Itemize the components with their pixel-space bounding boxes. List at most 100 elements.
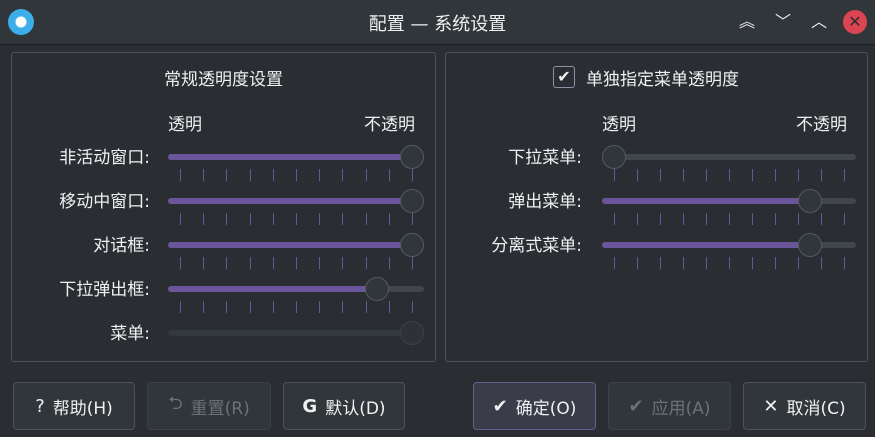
slider-tick [249,169,251,181]
slider-tick [249,257,251,269]
slider-ticks [168,213,424,225]
slider-tick [226,213,228,225]
opacity-slider[interactable] [168,189,424,229]
apply-button[interactable]: ✔ 应用(A) [608,382,731,430]
slider-handle[interactable] [400,321,424,345]
slider-tick [272,301,274,313]
slider-tick [798,169,799,181]
slider-tick [752,169,753,181]
help-button[interactable]: ? 帮助(H) [13,382,135,430]
slider-tick [706,257,707,269]
slider-tick [180,301,181,313]
slider-tick [388,257,390,269]
opacity-slider[interactable] [168,321,424,361]
slider-handle[interactable] [400,189,424,213]
opacity-slider[interactable] [602,233,856,273]
slider-tick [249,213,251,225]
slider-tick [775,169,776,181]
slider-tick [319,301,321,313]
minimize-icon[interactable]: ﹀ [771,10,795,34]
reset-button[interactable]: ⮌ 重置(R) [147,382,271,430]
opacity-slider[interactable] [168,277,424,317]
slider-tick [388,213,390,225]
slider-handle[interactable] [365,277,390,301]
help-label: 帮助(H) [52,398,113,419]
slider-ticks [168,301,424,313]
transparent-label: 透明 [602,115,636,135]
transparent-label: 透明 [168,115,202,135]
slider-handle[interactable] [797,189,822,213]
help-icon: ? [35,395,45,417]
slider-ticks [602,213,856,225]
general-opacity-group: 常规透明度设置 透明 不透明 非活动窗口: 移动中窗口: 对话框: 下拉弹出框: 菜单: [11,52,436,362]
slider-tick [729,213,730,225]
slider-tick [729,257,730,269]
slider-tick [203,213,205,225]
slider-tick [180,213,181,225]
slider-tick [844,213,845,225]
slider-tick [203,257,205,269]
slider-fill [168,154,412,160]
slider-tick [706,213,707,225]
undo-icon: ⮌ [168,393,183,414]
cancel-button[interactable]: ✕ 取消(C) [743,382,866,430]
slider-tick [365,257,367,269]
slider-ticks [168,169,424,181]
menu-opacity-title[interactable]: 单独指定菜单透明度 [586,65,739,90]
slider-tick [365,213,367,225]
slider-tick [614,257,615,269]
slider-ticks [602,169,856,181]
slider-tick [180,169,181,181]
slider-tick [752,213,753,225]
opacity-slider[interactable] [168,145,424,185]
slider-handle[interactable] [797,233,822,257]
slider-label: 非活动窗口: [59,148,150,168]
slider-tick [342,257,344,269]
slider-tick [272,257,274,269]
maximize-icon[interactable]: ︿ [807,10,831,34]
slider-tick [412,257,413,269]
slider-groove [602,154,856,160]
opacity-slider[interactable] [602,189,856,229]
slider-tick [660,169,661,181]
slider-tick [412,301,413,313]
slider-tick [365,169,367,181]
slider-tick [226,301,228,313]
slider-fill [602,242,810,248]
apply-label: 应用(A) [651,398,711,419]
slider-label: 下拉菜单: [508,148,582,168]
slider-ticks [168,257,424,269]
opacity-slider[interactable] [602,145,856,185]
slider-handle[interactable] [602,145,626,169]
slider-tick [272,213,274,225]
opacity-slider[interactable] [168,233,424,273]
slider-tick [296,257,297,269]
slider-tick [798,257,799,269]
slider-tick [637,213,638,225]
slider-handle[interactable] [400,233,424,257]
close-icon[interactable]: ✕ [843,10,867,34]
check-icon: ✔ [628,395,644,417]
defaults-button[interactable]: G 默认(D) [283,382,405,430]
menu-opacity-group: ✔ 单独指定菜单透明度 透明 不透明 下拉菜单: 弹出菜单: 分离式菜单: [445,52,868,362]
slider-fill [168,286,378,292]
slider-tick [388,301,390,313]
title-bar[interactable]: 配置 — 系统设置 ︽ ﹀ ︿ ✕ [0,0,875,45]
slider-tick [319,257,321,269]
slider-fill [602,198,810,204]
slider-tick [775,213,776,225]
slider-tick [821,257,822,269]
ok-button[interactable]: ✔ 确定(O) [473,382,596,430]
cancel-icon: ✕ [763,395,779,417]
reset-label: 重置(R) [190,398,250,419]
slider-tick [226,169,228,181]
keep-above-icon[interactable]: ︽ [735,10,759,34]
slider-fill [168,242,412,248]
slider-tick [729,169,730,181]
slider-groove [168,330,424,336]
slider-tick [180,257,181,269]
menu-opacity-checkbox[interactable]: ✔ [553,66,575,88]
slider-tick [249,301,251,313]
slider-handle[interactable] [400,145,424,169]
slider-tick [660,213,661,225]
